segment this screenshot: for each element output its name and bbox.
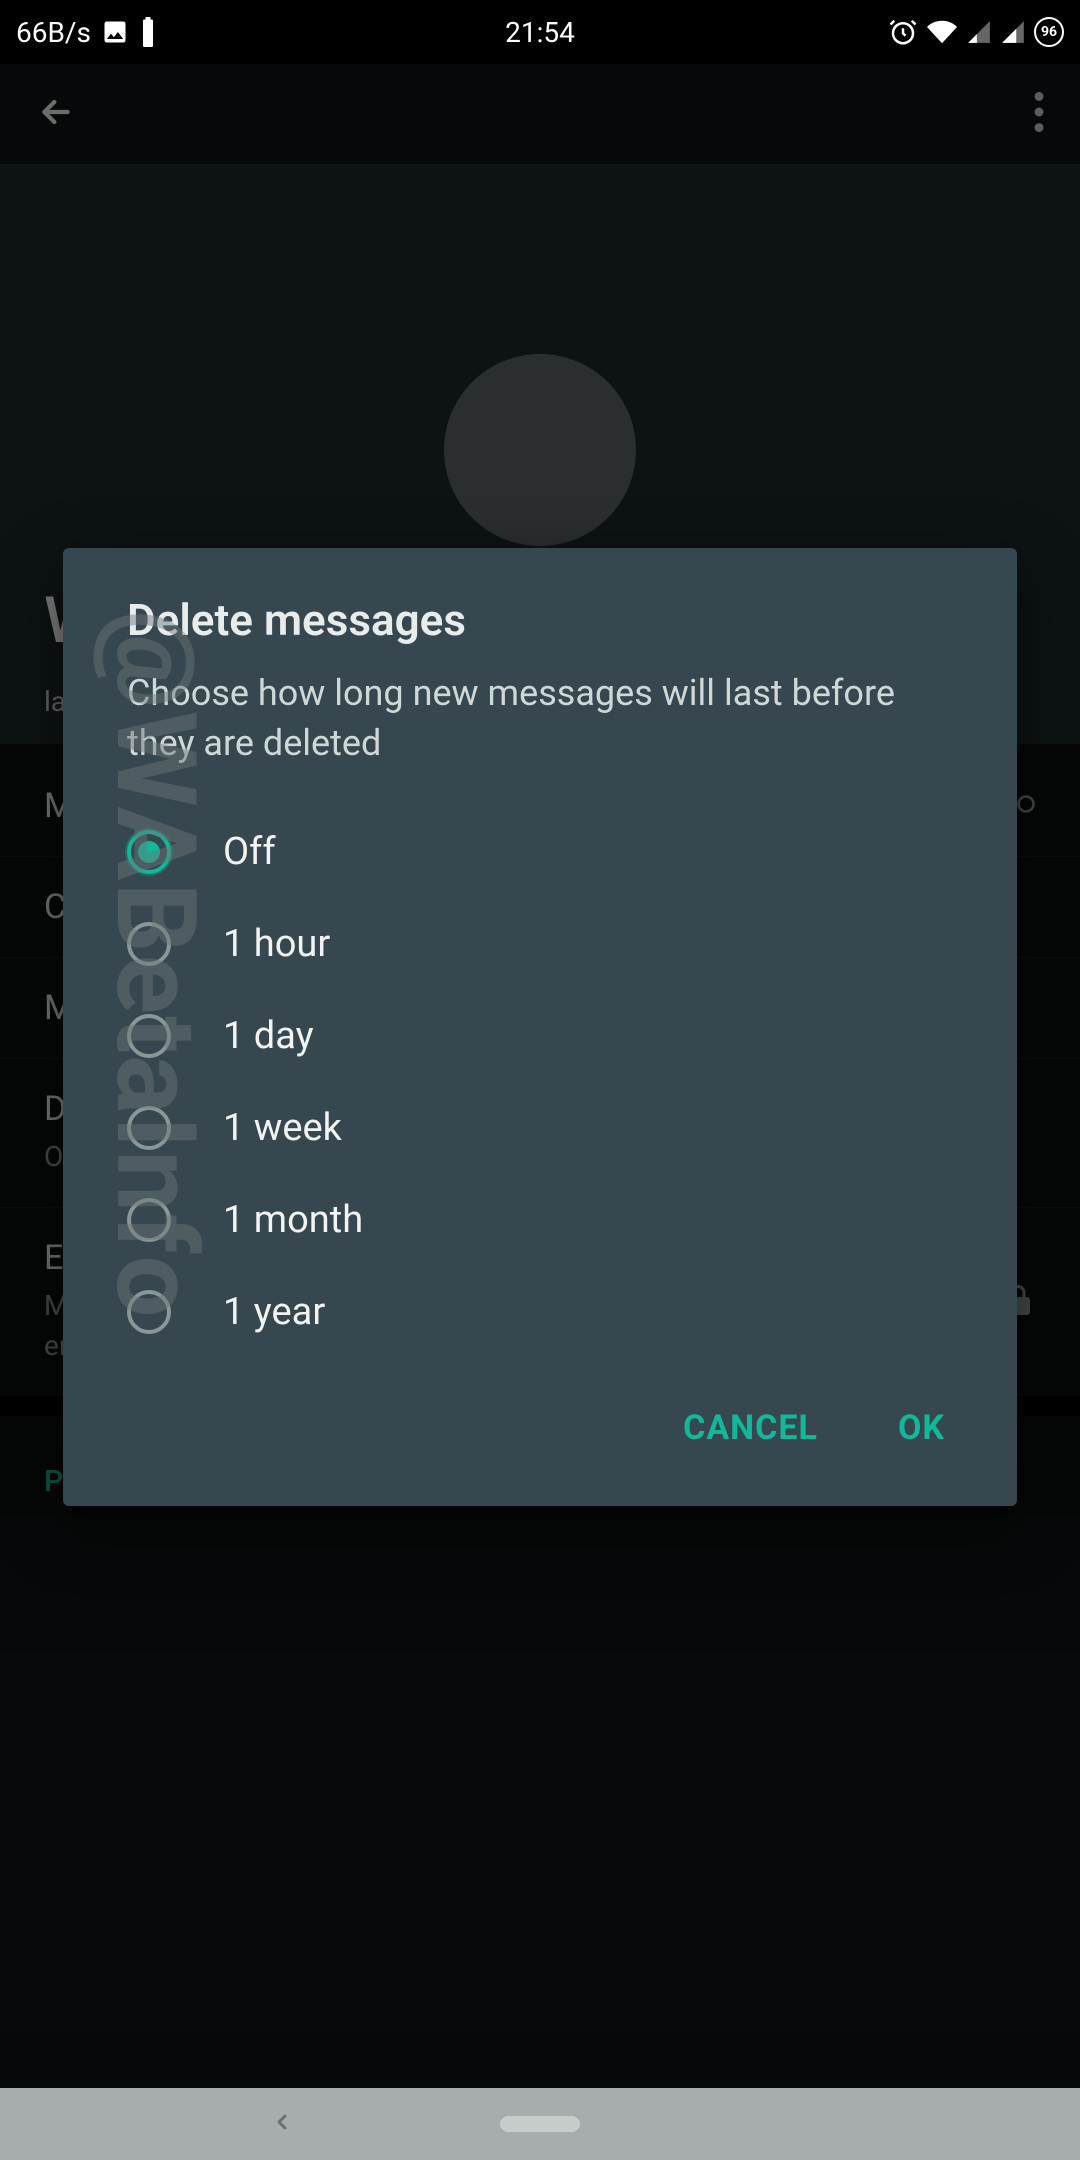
radio-group: Off 1 hour 1 day 1 week 1 month 1 year: [63, 796, 1017, 1368]
radio-label: 1 month: [223, 1198, 363, 1242]
dialog-description: Choose how long new messages will last b…: [63, 668, 1017, 796]
radio-label: 1 day: [223, 1014, 314, 1058]
radio-indicator: [127, 1290, 171, 1334]
radio-label: 1 week: [223, 1106, 342, 1150]
radio-option[interactable]: 1 month: [63, 1174, 1017, 1266]
radio-label: Off: [223, 830, 276, 874]
radio-option[interactable]: 1 week: [63, 1082, 1017, 1174]
radio-label: 1 year: [223, 1290, 325, 1334]
radio-indicator: [127, 922, 171, 966]
radio-option[interactable]: Off: [63, 806, 1017, 898]
radio-option[interactable]: 1 hour: [63, 898, 1017, 990]
radio-indicator: [127, 1106, 171, 1150]
dialog-title: Delete messages: [63, 594, 1017, 668]
delete-messages-dialog: Delete messages Choose how long new mess…: [63, 548, 1017, 1506]
radio-indicator: [127, 1198, 171, 1242]
ok-button[interactable]: OK: [890, 1396, 953, 1460]
radio-indicator: [127, 830, 171, 874]
cancel-button[interactable]: CANCEL: [675, 1396, 826, 1460]
radio-option[interactable]: 1 year: [63, 1266, 1017, 1358]
radio-option[interactable]: 1 day: [63, 990, 1017, 1082]
radio-indicator: [127, 1014, 171, 1058]
radio-label: 1 hour: [223, 922, 330, 966]
